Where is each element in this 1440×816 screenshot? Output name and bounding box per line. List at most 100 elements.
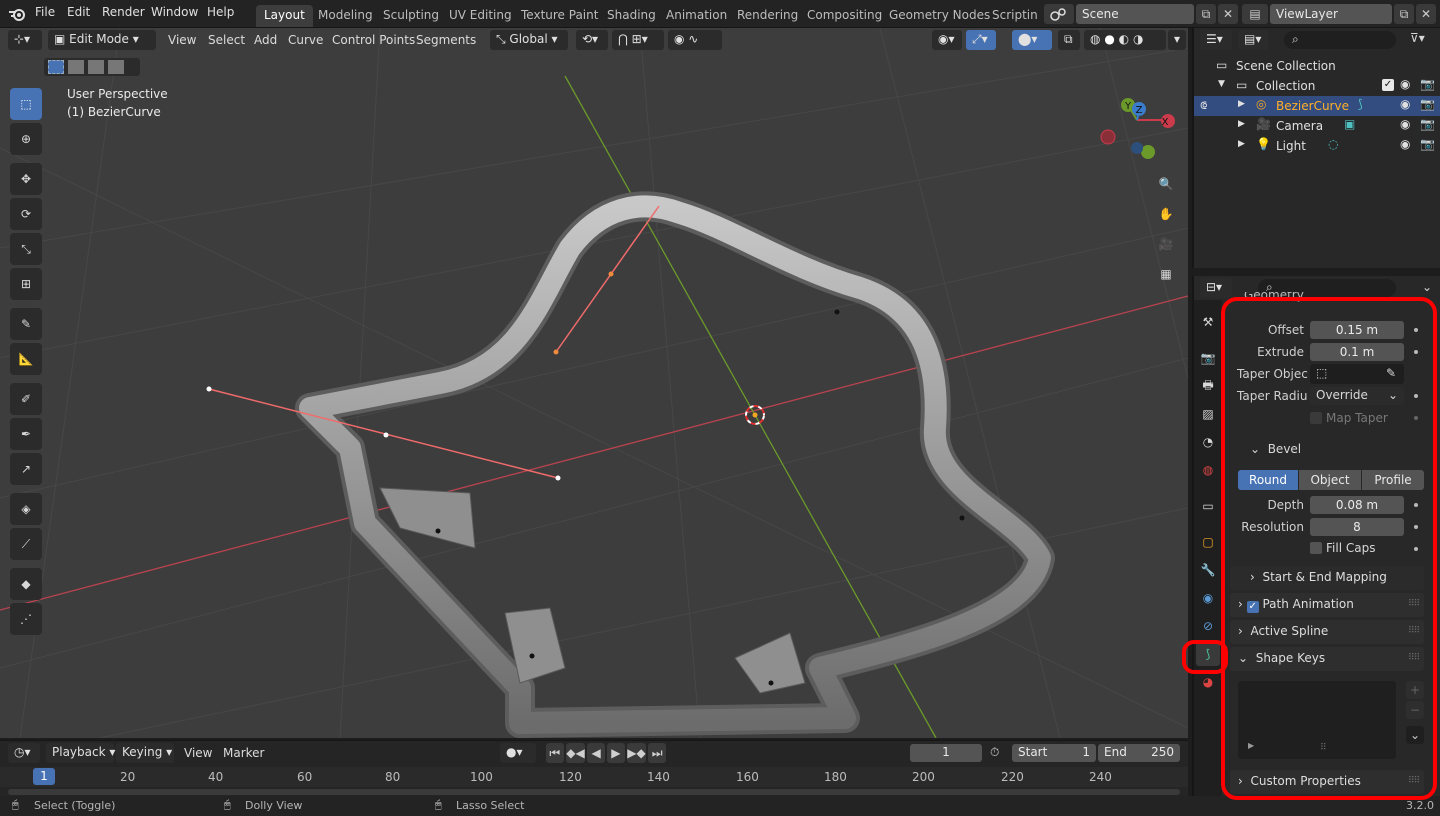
snapping-toggle[interactable]: ⋂ ⊞▾ <box>612 30 664 50</box>
pivot-point-dropdown[interactable]: ⟲▾ <box>576 30 608 50</box>
transform-orientation-dropdown[interactable]: ⤡ Global ▾ <box>490 30 568 50</box>
chevron-down-icon[interactable]: ▼ <box>1218 79 1225 89</box>
new-view-layer-button[interactable]: ⧉ <box>1394 4 1414 24</box>
outliner-row-light[interactable]: ▶ 💡 Light ◌ ◉ 📷 <box>1194 136 1440 156</box>
outliner-search-input[interactable]: ⌕ <box>1284 31 1396 49</box>
proportional-editing-toggle[interactable]: ◉ ∿ <box>668 30 722 50</box>
menu-control-points[interactable]: Control Points <box>332 33 415 47</box>
pen-tool[interactable]: ✒ <box>10 418 42 450</box>
auto-keying-toggle[interactable]: ●▾ <box>500 743 536 763</box>
tab-scene[interactable]: ◔ <box>1196 430 1220 454</box>
visibility-dropdown[interactable]: ◉▾ <box>932 30 962 50</box>
tab-output[interactable]: 🖶 <box>1196 374 1220 398</box>
scene-name-field[interactable]: Scene <box>1076 4 1194 24</box>
stopwatch-icon[interactable]: ⏱ <box>990 745 999 760</box>
tab-view-layer[interactable]: ▨ <box>1196 402 1220 426</box>
xray-toggle[interactable]: ⧉ <box>1058 30 1080 50</box>
outliner-filter-button[interactable]: ⊽▾ <box>1410 31 1438 49</box>
tab-constraints[interactable]: ⊘ <box>1196 614 1220 638</box>
wireframe-shading-icon[interactable]: ◍ <box>1090 32 1100 46</box>
bezier-handles[interactable] <box>206 205 660 481</box>
outliner-row-camera[interactable]: ▶ 🎥 Camera ▣ ◉ 📷 <box>1194 116 1440 136</box>
playback-menu[interactable]: Playback ▾ <box>46 743 115 763</box>
select-intersect-icon[interactable] <box>108 60 124 74</box>
workspace-tab-scripting[interactable]: Scripting <box>984 5 1038 27</box>
3d-viewport[interactable]: X Y Z ⊹▾ ▣ Edit Mode ▾ View Select Add C… <box>0 28 1188 738</box>
camera-view-button[interactable]: 🎥 <box>1153 231 1179 257</box>
outliner-row-scene-collection[interactable]: ▭ Scene Collection <box>1194 56 1440 76</box>
menu-edit[interactable]: Edit <box>67 5 90 19</box>
tab-object[interactable]: ▢ <box>1196 530 1220 554</box>
jump-end-icon[interactable]: ⏭ <box>648 743 666 763</box>
jump-start-icon[interactable]: ⏮ <box>546 743 564 763</box>
tab-render[interactable]: 📷 <box>1196 346 1220 370</box>
tab-tool[interactable]: ⚒ <box>1196 310 1220 334</box>
eye-icon[interactable]: ◉ <box>1400 97 1410 111</box>
menu-view[interactable]: View <box>168 33 196 47</box>
menu-segments[interactable]: Segments <box>416 33 476 47</box>
prev-keyframe-icon[interactable]: ◆◀ <box>565 743 586 763</box>
draw-tool[interactable]: ✐ <box>10 383 42 415</box>
overlays-toggle[interactable]: ⬤▾ <box>1012 30 1052 50</box>
orthographic-toggle-button[interactable]: ▦ <box>1153 261 1179 287</box>
rendered-shading-icon[interactable]: ◑ <box>1133 32 1143 46</box>
render-camera-icon[interactable]: 📷 <box>1420 77 1435 91</box>
end-frame-field[interactable]: End 250 <box>1098 744 1180 762</box>
render-camera-icon[interactable]: 📷 <box>1420 117 1435 131</box>
annotate-tool[interactable]: ✎ <box>10 308 42 340</box>
menu-select[interactable]: Select <box>208 33 245 47</box>
randomize-tool[interactable]: ◆ <box>10 568 42 600</box>
shading-options-dropdown[interactable]: ▾ <box>1168 30 1186 50</box>
exclude-checkbox[interactable]: ✓ <box>1382 79 1394 91</box>
workspace-tab-geometry-nodes[interactable]: Geometry Nodes <box>881 5 998 27</box>
workspace-tab-rendering[interactable]: Rendering <box>729 5 806 27</box>
measure-tool[interactable]: 📐 <box>10 343 42 375</box>
workspace-tab-compositing[interactable]: Compositing <box>799 5 890 27</box>
menu-curve[interactable]: Curve <box>288 33 323 47</box>
menu-help[interactable]: Help <box>207 5 234 19</box>
timeline-view-menu[interactable]: View <box>184 746 212 760</box>
delete-scene-button[interactable]: ✕ <box>1218 4 1238 24</box>
editor-type-dropdown[interactable]: ⊹▾ <box>8 30 42 50</box>
zoom-button[interactable]: 🔍 <box>1153 171 1179 197</box>
workspace-tab-animation[interactable]: Animation <box>658 5 735 27</box>
outliner-editor-type[interactable]: ☰▾ <box>1200 30 1232 50</box>
view-layer-name-field[interactable]: ViewLayer <box>1270 4 1392 24</box>
material-shading-icon[interactable]: ◐ <box>1119 32 1129 46</box>
cursor-tool[interactable]: ⊕ <box>10 123 42 155</box>
next-keyframe-icon[interactable]: ▶◆ <box>626 743 647 763</box>
scale-tool[interactable]: ⤡ <box>10 233 42 265</box>
start-frame-field[interactable]: Start 1 <box>1012 744 1096 762</box>
rotate-tool[interactable]: ⟳ <box>10 198 42 230</box>
mode-dropdown[interactable]: ▣ Edit Mode ▾ <box>48 30 156 50</box>
eye-icon[interactable]: ◉ <box>1400 117 1410 131</box>
workspace-tab-modeling[interactable]: Modeling <box>310 5 381 27</box>
tab-physics[interactable]: ◉ <box>1196 586 1220 610</box>
tilt-tool[interactable]: ⟋ <box>10 528 42 560</box>
shading-mode-buttons[interactable]: ◍ ● ◐ ◑ <box>1084 30 1166 50</box>
timeline-marker-menu[interactable]: Marker <box>223 746 264 760</box>
outliner-row-beziercurve[interactable]: ⟃ ▶ ◎ BezierCurve ⟆ ◉ 📷 <box>1194 96 1440 116</box>
current-frame-field[interactable]: 1 <box>910 744 982 762</box>
workspace-tab-texture-paint[interactable]: Texture Paint <box>513 5 606 27</box>
bezier-curve-tube[interactable] <box>295 191 1055 738</box>
view-layer-selector-button[interactable]: ▤ <box>1242 4 1268 24</box>
workspace-tab-sculpting[interactable]: Sculpting <box>375 5 447 27</box>
play-icon[interactable]: ▶ <box>606 743 625 763</box>
transform-tool[interactable]: ⊞ <box>10 268 42 300</box>
select-new-icon[interactable] <box>48 60 64 74</box>
menu-render[interactable]: Render <box>102 5 145 19</box>
delete-view-layer-button[interactable]: ✕ <box>1416 4 1436 24</box>
scene-selector-button[interactable] <box>1044 4 1074 24</box>
workspace-tab-uv-editing[interactable]: UV Editing <box>441 5 520 27</box>
timeline-scrollbar[interactable] <box>8 789 1180 795</box>
keying-menu[interactable]: Keying ▾ <box>116 743 174 763</box>
playhead[interactable]: 1 <box>33 768 55 785</box>
render-camera-icon[interactable]: 📷 <box>1420 97 1435 111</box>
timeline-editor-type[interactable]: ◷▾ <box>8 743 40 763</box>
play-reverse-icon[interactable]: ◀ <box>587 743 605 763</box>
pan-button[interactable]: ✋ <box>1153 201 1179 227</box>
tab-modifiers[interactable]: 🔧 <box>1196 558 1220 582</box>
workspace-tab-layout[interactable]: Layout <box>256 5 313 27</box>
workspace-tab-shading[interactable]: Shading <box>599 5 664 27</box>
